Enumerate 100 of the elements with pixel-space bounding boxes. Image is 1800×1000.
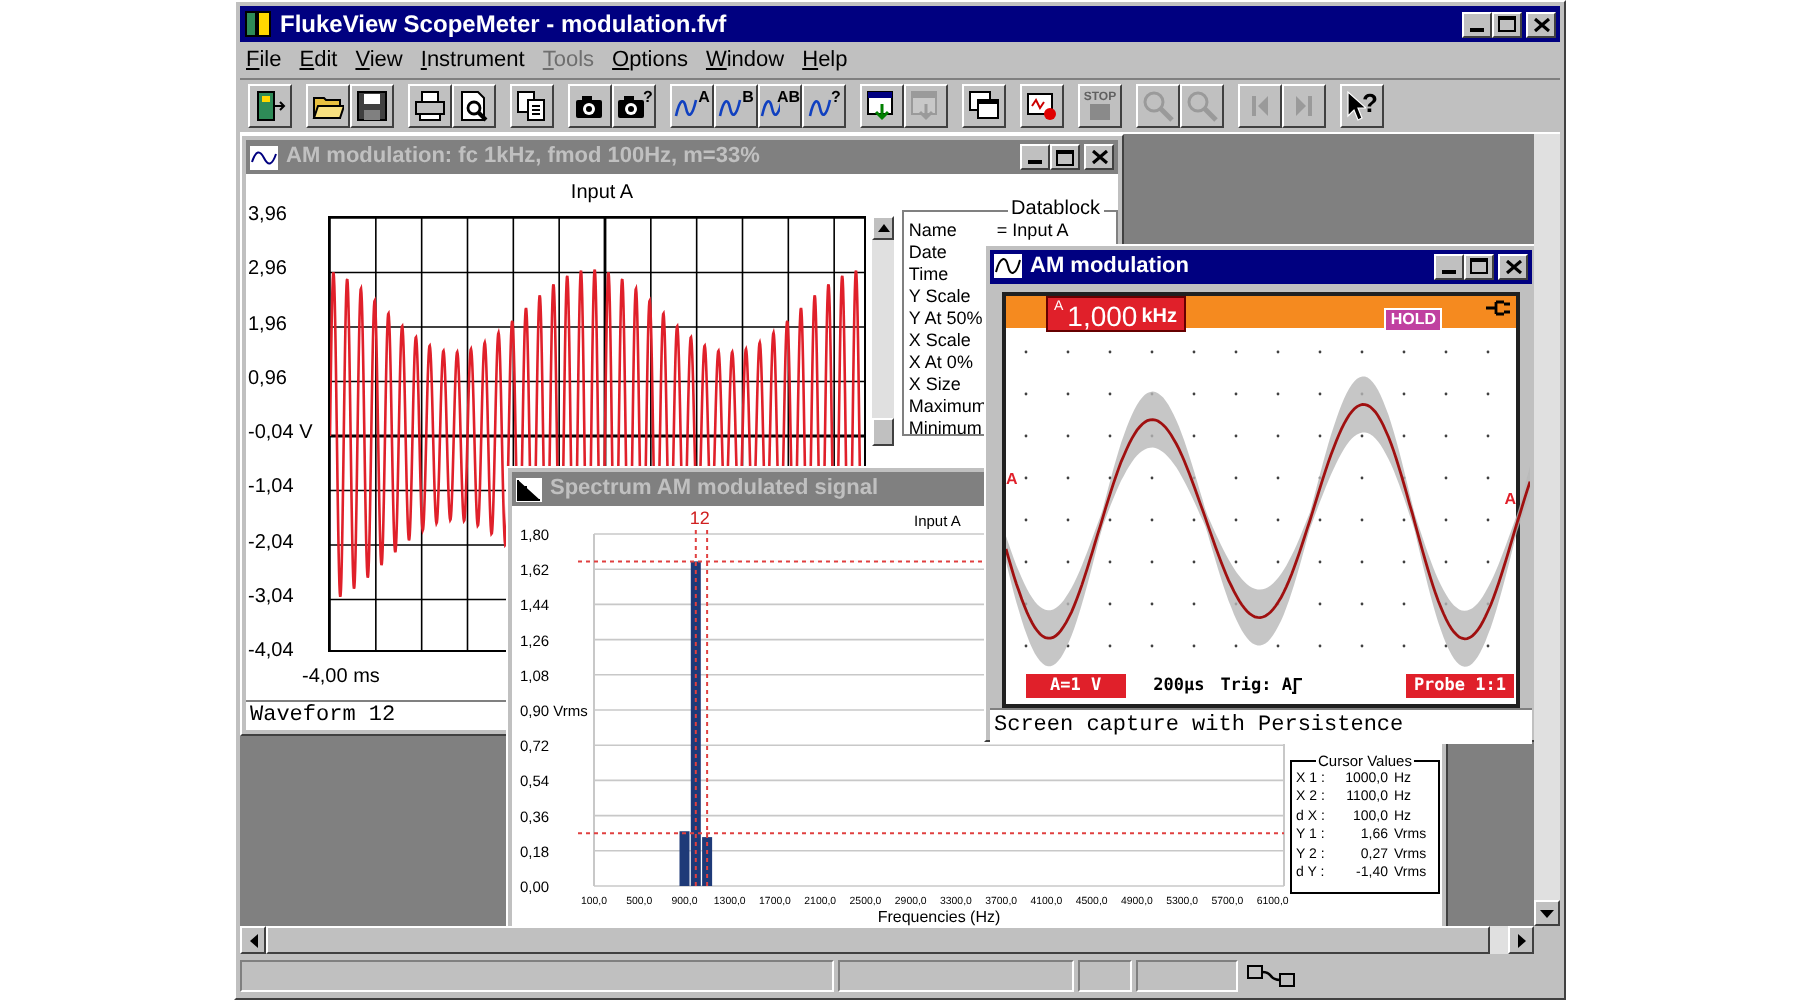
probe-badge: Probe 1:1 bbox=[1405, 674, 1514, 698]
close-button[interactable] bbox=[1084, 144, 1114, 170]
toolbar-button[interactable] bbox=[248, 84, 292, 128]
scroll-left-button[interactable] bbox=[240, 926, 266, 954]
camera-icon bbox=[615, 90, 648, 122]
axis-tick-label: 0,96 bbox=[248, 369, 287, 390]
range-badge: A=1 V bbox=[1026, 674, 1126, 698]
minimize-icon bbox=[1028, 160, 1042, 164]
toolbar-button[interactable]: B bbox=[714, 84, 758, 128]
toolbar-button[interactable] bbox=[452, 84, 496, 128]
window-title: AM modulation: fc 1kHz, fmod 100Hz, m=33% bbox=[286, 142, 760, 173]
skip-forward-icon bbox=[1292, 92, 1316, 120]
toolbar-button[interactable] bbox=[306, 84, 350, 128]
rising-edge-icon bbox=[1292, 678, 1303, 694]
close-icon bbox=[1533, 17, 1549, 31]
waveform-status: Waveform 12 bbox=[250, 705, 396, 727]
axis-tick-label: 3,96 bbox=[248, 206, 287, 226]
status-pane bbox=[1078, 960, 1132, 992]
close-icon bbox=[1091, 150, 1107, 164]
axis-title: Frequencies (Hz) bbox=[877, 908, 1001, 926]
datablock-label: Y At 50% bbox=[908, 308, 985, 330]
record-icon bbox=[1026, 90, 1058, 122]
scroll-thumb[interactable] bbox=[266, 926, 1490, 954]
menu-item[interactable]: Help bbox=[802, 49, 848, 71]
datablock-label: X Size bbox=[908, 374, 963, 396]
scroll-thumb[interactable] bbox=[871, 418, 895, 446]
toolbar-button[interactable] bbox=[962, 84, 1006, 128]
datablock-label: X Scale bbox=[908, 330, 973, 352]
minimize-button[interactable] bbox=[1462, 11, 1492, 37]
minimize-button[interactable] bbox=[1434, 253, 1464, 280]
wave-icon bbox=[250, 145, 278, 169]
toolbar-button[interactable] bbox=[1020, 84, 1064, 128]
close-button[interactable] bbox=[1526, 11, 1556, 37]
menu-item[interactable]: Instrument bbox=[420, 49, 525, 71]
page-magnifier-icon bbox=[458, 90, 490, 122]
toolbar-button[interactable] bbox=[350, 84, 394, 128]
window-arrow-icon bbox=[866, 90, 898, 122]
skip-back-icon bbox=[1248, 92, 1272, 120]
toolbar-button[interactable]: ? bbox=[802, 84, 846, 128]
menu-item[interactable]: Edit bbox=[299, 49, 338, 71]
toolbar-button[interactable]: AB bbox=[758, 84, 802, 128]
datablock-label: Time bbox=[908, 264, 951, 286]
down-arrow-icon bbox=[1540, 909, 1554, 917]
maximize-button[interactable] bbox=[1050, 144, 1080, 170]
right-arrow-icon bbox=[1517, 933, 1525, 947]
connection-icon bbox=[1246, 962, 1298, 990]
maximize-button[interactable] bbox=[1492, 11, 1522, 37]
channel-label: Input A bbox=[570, 184, 634, 204]
printer-icon bbox=[414, 90, 446, 122]
menu-item[interactable]: View bbox=[355, 49, 403, 71]
camera-icon bbox=[574, 90, 606, 122]
toolbar-button[interactable] bbox=[860, 84, 904, 128]
axis-tick-label: -3,04 bbox=[248, 587, 294, 608]
menu-item[interactable]: File bbox=[246, 49, 282, 71]
toolbar-button[interactable] bbox=[408, 84, 452, 128]
stop-icon bbox=[1089, 104, 1110, 120]
menu-item[interactable]: Window bbox=[705, 49, 785, 71]
toolbar-button[interactable]: A bbox=[670, 84, 714, 128]
axis-tick-label: -0,04 V bbox=[248, 424, 313, 444]
toolbar-button[interactable]: ? bbox=[1340, 84, 1384, 128]
scroll-up-button[interactable] bbox=[871, 216, 895, 240]
magnifier-icon bbox=[1186, 90, 1218, 122]
window-arrow-icon bbox=[910, 90, 942, 122]
toolbar-button[interactable]: ? bbox=[612, 84, 656, 128]
menu-item[interactable]: Options bbox=[612, 49, 688, 71]
scroll-right-button[interactable] bbox=[1508, 926, 1534, 954]
maximize-icon bbox=[1498, 16, 1516, 32]
scroll-down-button[interactable] bbox=[1534, 900, 1560, 926]
axis-tick-label: -2,04 bbox=[248, 533, 294, 553]
vertical-scrollbar[interactable] bbox=[1534, 134, 1560, 926]
minimize-button[interactable] bbox=[1020, 144, 1050, 170]
app-title: FlukeView ScopeMeter - modulation.fvf bbox=[280, 8, 729, 42]
cursor-label: 12 bbox=[689, 508, 710, 528]
book-icon bbox=[254, 90, 286, 122]
toolbar-button[interactable] bbox=[568, 84, 612, 128]
maximize-button[interactable] bbox=[1464, 253, 1494, 280]
trace-marker: A bbox=[1006, 471, 1018, 487]
chart-icon bbox=[516, 477, 542, 501]
axis-tick-label: 1,96 bbox=[248, 315, 287, 335]
left-arrow-icon bbox=[249, 933, 257, 947]
axis-tick-label: 2,96 bbox=[248, 260, 287, 281]
copy-icon bbox=[516, 90, 548, 122]
window-title: AM modulation bbox=[1030, 252, 1189, 282]
axis-tick-label: -1,04 bbox=[248, 478, 294, 499]
minimize-icon bbox=[1470, 27, 1484, 31]
scope-icon bbox=[994, 254, 1022, 279]
status-pane bbox=[1136, 960, 1238, 992]
app-logo-icon bbox=[244, 10, 272, 38]
toolbar-button[interactable] bbox=[510, 84, 554, 128]
datablock-label: Date bbox=[908, 242, 949, 264]
axis-tick-label: -4,04 bbox=[248, 642, 294, 662]
datablock-title: Datablock bbox=[1009, 200, 1103, 220]
close-icon bbox=[1505, 259, 1521, 274]
trigger-label: Trig: A bbox=[1220, 677, 1293, 695]
maximize-icon bbox=[1470, 258, 1488, 275]
time-axis-label: -4,00 ms bbox=[302, 668, 380, 688]
datablock-value: = Input A bbox=[996, 220, 1069, 242]
timebase-label: 200µs bbox=[1153, 677, 1205, 695]
close-button[interactable] bbox=[1498, 253, 1528, 280]
magnifier-icon bbox=[1142, 90, 1174, 122]
